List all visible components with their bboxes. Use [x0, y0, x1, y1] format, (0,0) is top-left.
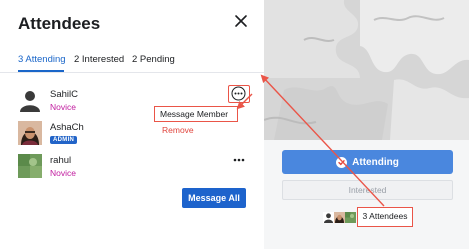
- dialog-title: Attendees: [18, 14, 101, 33]
- close-button[interactable]: [232, 12, 250, 30]
- menu-item-remove[interactable]: Remove: [154, 122, 238, 135]
- attendee-role: Novice: [50, 168, 76, 178]
- tabs-divider: [0, 72, 264, 73]
- admin-badge: ADMIN: [50, 136, 78, 144]
- more-options-button[interactable]: [230, 153, 248, 167]
- tab-interested[interactable]: 2 Interested: [74, 54, 124, 65]
- attending-button[interactable]: Attending: [282, 150, 453, 174]
- check-circle-icon: [336, 156, 348, 168]
- avatar: [18, 88, 42, 112]
- more-options-button[interactable]: [228, 85, 250, 103]
- avatar: [18, 154, 42, 178]
- attendees-count-link[interactable]: 3 Attendees: [357, 207, 413, 227]
- tab-pending[interactable]: 2 Pending: [132, 54, 175, 65]
- attendees-dialog: Attendees 3 Attending 2 Interested 2 Pen…: [0, 0, 264, 249]
- close-icon: [235, 15, 247, 27]
- avatar: [334, 212, 345, 223]
- message-all-button[interactable]: Message All: [182, 188, 246, 208]
- avatar: [345, 212, 356, 223]
- attendee-name[interactable]: rahul: [50, 155, 71, 166]
- member-options-menu: Message Member Remove: [154, 106, 238, 135]
- attendee-name[interactable]: SahilC: [50, 89, 78, 100]
- event-cover-image: [264, 0, 469, 140]
- more-horizontal-icon: [231, 86, 246, 101]
- menu-item-message-member[interactable]: Message Member: [154, 106, 238, 122]
- tab-attending[interactable]: 3 Attending: [18, 54, 66, 65]
- avatar: [323, 212, 334, 223]
- attendee-name[interactable]: AshaCh: [50, 122, 84, 133]
- attendee-row: rahul Novice: [18, 154, 254, 186]
- attending-label: Attending: [352, 156, 399, 168]
- avatar: [18, 121, 42, 145]
- attendee-role: Novice: [50, 102, 76, 112]
- interested-button[interactable]: Interested: [282, 180, 453, 200]
- more-horizontal-icon: [233, 158, 245, 162]
